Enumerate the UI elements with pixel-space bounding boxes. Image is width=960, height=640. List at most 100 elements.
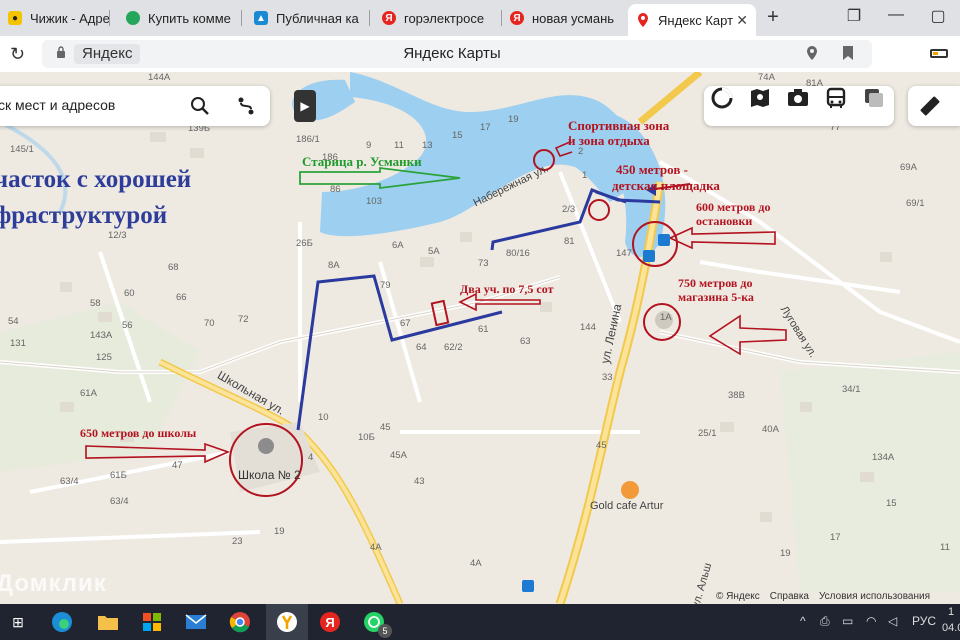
house-number: 45 (596, 440, 607, 451)
house-number: 11 (940, 542, 950, 553)
house-number: 1А (660, 312, 672, 323)
yandex-browser-icon[interactable] (275, 610, 299, 634)
tab-domclick[interactable]: Купить комме (118, 4, 242, 32)
annotation-bus-line1: 600 метров до (696, 200, 771, 214)
house-number: 6А (392, 240, 404, 251)
ruler-icon[interactable] (918, 94, 942, 118)
minimize-icon[interactable]: — (884, 6, 908, 24)
house-number: 73 (478, 258, 489, 269)
house-number: 15 (886, 498, 897, 509)
map-view[interactable]: Набережная ул. ул. Ленина Школьная ул. Л… (0, 72, 960, 604)
house-number: 4А (370, 542, 382, 553)
house-number: 186/1 (296, 134, 320, 145)
map-canvas (0, 72, 960, 604)
ruler-panel (908, 86, 960, 126)
bookmark-icon[interactable] (842, 46, 854, 63)
house-number: 62/2 (444, 342, 463, 353)
house-number: 1 (582, 170, 588, 181)
search-input[interactable]: ск мест и адресов (0, 97, 115, 113)
house-number: 54 (8, 316, 19, 327)
domclick-icon (126, 11, 140, 25)
house-number: 134А (872, 452, 895, 463)
address-bar: ↻ Яндекс Яндекс Карты (0, 36, 960, 73)
mail-icon[interactable] (184, 610, 208, 634)
collections-icon[interactable]: ❐ (842, 6, 866, 26)
transport-icon[interactable] (824, 86, 848, 110)
house-number: 5А (428, 246, 440, 257)
new-tab-button[interactable]: + (762, 6, 784, 28)
house-number: 145/1 (10, 144, 34, 155)
collapse-panel-button[interactable]: ▶ (294, 90, 316, 122)
tab-gorelektroset[interactable]: Я горэлектросе (374, 4, 502, 32)
tab-pkk[interactable]: ▲ Публичная ка (246, 4, 370, 32)
reload-icon[interactable]: ↻ (10, 44, 25, 65)
house-number: 8А (328, 260, 340, 271)
tab-label: Чижик - Адрес (30, 10, 110, 26)
annotation-plots: Два уч. по 7,5 сот (460, 282, 554, 296)
annotation-title-line2: фраструктурой (0, 202, 168, 229)
explorer-icon[interactable] (96, 610, 120, 634)
house-number: 144А (148, 72, 171, 83)
chrome-icon[interactable] (228, 610, 252, 634)
copyright-text[interactable]: © Яндекс (716, 591, 760, 602)
house-number: 72 (238, 314, 249, 325)
house-number: 69/1 (906, 198, 925, 209)
store-icon[interactable] (140, 610, 164, 634)
school-label[interactable]: Школа № 2 (238, 468, 301, 482)
house-number: 63 (520, 336, 531, 347)
house-number: 19 (780, 548, 791, 559)
house-number: 74А (758, 72, 775, 83)
browser-tab-bar: ● Чижик - Адрес Купить комме ▲ Публичная… (0, 0, 960, 36)
cafe-label[interactable]: Gold cafe Artur (590, 500, 663, 512)
help-link[interactable]: Справка (770, 591, 809, 602)
route-icon[interactable] (236, 96, 256, 116)
house-number: 63/4 (60, 476, 79, 487)
annotation-sport-line2: и зона отдыха (568, 133, 650, 148)
terms-link[interactable]: Условия использования (819, 591, 930, 602)
house-number: 56 (122, 320, 133, 331)
house-number: 11 (394, 140, 404, 151)
search-box[interactable]: ск мест и адресов (0, 86, 270, 126)
tab-yandex-maps[interactable]: Яндекс Карт ✕ (628, 4, 756, 36)
map-style-icon[interactable] (862, 86, 886, 110)
tray-chevron-icon[interactable]: ^ (800, 614, 806, 628)
clock-date[interactable]: 04.0 (942, 622, 960, 634)
house-number: 2/3 (562, 204, 576, 215)
yandex-icon[interactable]: Я (318, 610, 342, 634)
house-number: 61Б (110, 470, 127, 481)
map-layers-toolbar (704, 86, 894, 126)
clock-time[interactable]: 1 (948, 606, 954, 618)
layers-icon[interactable] (710, 86, 734, 110)
windows-taskbar: ⊞ Я 5 ^ ⎙ ▭ ◠ ◁ РУС 1 04.0 (0, 604, 960, 640)
search-icon[interactable] (190, 96, 210, 116)
location-pin-icon[interactable] (806, 46, 818, 63)
house-number: 47 (172, 460, 183, 471)
photo-icon[interactable] (786, 86, 810, 110)
annotation-bus-line2: остановки (696, 214, 753, 228)
house-number: 10Б (358, 432, 375, 443)
house-number: 19 (508, 114, 519, 125)
wifi-icon[interactable]: ◠ (866, 614, 876, 628)
tab-chizhik[interactable]: ● Чижик - Адрес (0, 4, 110, 32)
meet-icon[interactable]: ⎙ (820, 614, 830, 629)
network-icon[interactable]: ▭ (842, 614, 853, 628)
task-view-icon[interactable]: ⊞ (6, 610, 30, 634)
annotation-school: 650 метров до школы (80, 426, 197, 440)
edge-icon[interactable] (50, 610, 74, 634)
page-title: Яндекс Карты (403, 45, 501, 62)
annotation-playground-line1: 450 метров - (616, 162, 688, 177)
annotation-river: Старица р. Усманки (302, 154, 422, 169)
house-number: 45 (380, 422, 391, 433)
volume-icon[interactable]: ◁ (888, 614, 897, 628)
panorama-icon[interactable] (748, 86, 772, 110)
chizhik-icon: ● (8, 11, 22, 25)
close-tab-icon[interactable]: ✕ (736, 12, 748, 29)
tab-label: Яндекс Карт (658, 12, 734, 28)
omnibox[interactable]: Яндекс Яндекс Карты (42, 40, 872, 68)
house-number: 33 (602, 372, 613, 383)
house-number: 131 (10, 338, 26, 349)
tab-novaya-usman[interactable]: Я новая усмань (502, 4, 626, 32)
maximize-icon[interactable]: ▢ (926, 6, 950, 26)
house-number: 66 (176, 292, 187, 303)
language-indicator[interactable]: РУС (912, 614, 936, 628)
